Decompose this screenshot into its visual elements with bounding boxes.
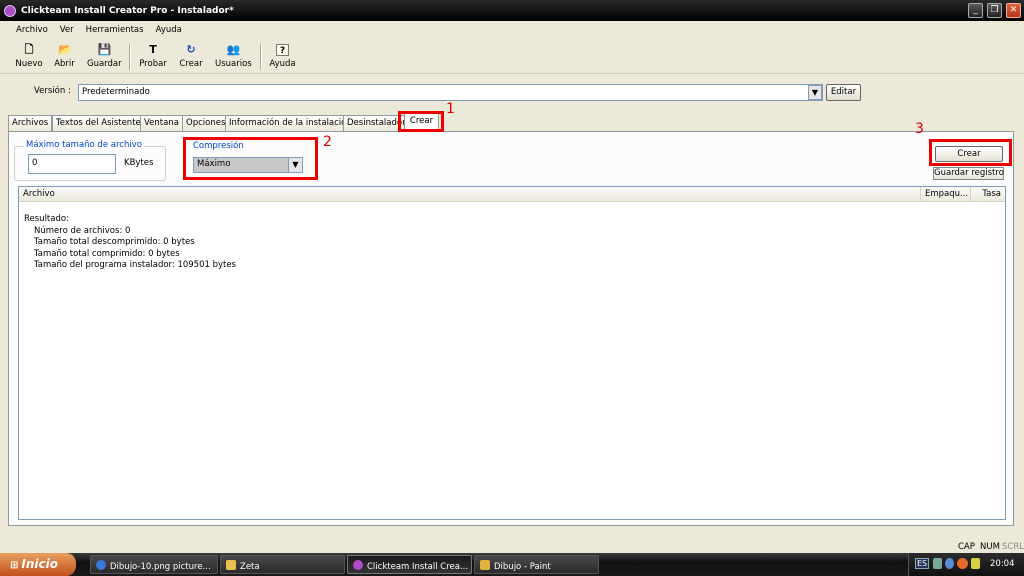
start-label: Inicio <box>21 557 58 571</box>
column-empaquetado[interactable]: Empaqu... <box>921 187 971 201</box>
usuarios-button[interactable]: 👥 Usuarios <box>215 42 252 72</box>
version-select[interactable]: Predeterminado <box>78 84 823 101</box>
toolbar: 🗋 Nuevo 📂 Abrir 💾 Guardar T Probar ↻ Cre… <box>0 40 1024 74</box>
usuarios-label: Usuarios <box>215 59 252 69</box>
annotation-box-1 <box>398 111 444 132</box>
tab-opciones[interactable]: Opciones <box>182 115 230 131</box>
crear-toolbar-button[interactable]: ↻ Crear <box>179 42 203 72</box>
max-size-input[interactable]: 0 <box>28 154 116 174</box>
crear-toolbar-label: Crear <box>179 59 203 69</box>
results-title: Resultado: <box>24 214 69 224</box>
annotation-number-3: 3 <box>915 121 924 137</box>
browser-icon <box>96 560 106 570</box>
title-bar: Clickteam Install Creator Pro - Instalad… <box>0 0 1024 21</box>
status-scrl: SCRL <box>1002 542 1024 552</box>
annotation-box-2 <box>183 137 318 180</box>
network-icon[interactable] <box>945 558 954 569</box>
new-file-icon: 🗋 <box>24 43 34 56</box>
nuevo-label: Nuevo <box>15 59 43 69</box>
open-folder-icon: 📂 <box>58 43 72 56</box>
max-size-label: Máximo tamaño de archivo <box>24 140 144 150</box>
status-num: NUM <box>980 542 1000 552</box>
volume-icon[interactable] <box>971 558 980 569</box>
results-text: Resultado: Número de archivos: 0 Tamaño … <box>24 214 236 272</box>
tab-bar: Archivos Textos del Asistente Ventana Op… <box>0 113 1024 132</box>
tab-ventana[interactable]: Ventana <box>140 115 183 131</box>
save-icon: 💾 <box>97 43 112 56</box>
toolbar-separator <box>129 44 131 70</box>
windows-logo-icon: ⊞ <box>10 560 19 571</box>
version-value: Predeterminado <box>82 87 150 97</box>
edit-button[interactable]: Editar <box>826 84 861 101</box>
folder-icon <box>226 560 236 570</box>
minimize-button[interactable]: _ <box>968 3 983 18</box>
build-icon: ↻ <box>186 43 196 56</box>
close-button[interactable]: ✕ <box>1006 3 1021 18</box>
result-line: Número de archivos: 0 <box>34 225 131 236</box>
probar-button[interactable]: T Probar <box>139 42 167 72</box>
language-indicator[interactable]: ES <box>915 558 930 569</box>
status-bar: CAP NUM SCRL <box>0 541 1024 553</box>
tab-informacion-instalacion[interactable]: Información de la instalación <box>225 115 356 131</box>
firefox-icon[interactable] <box>957 558 968 569</box>
result-line: Tamaño total descomprimido: 0 bytes <box>34 237 195 247</box>
result-line: Tamaño del programa instalador: 109501 b… <box>34 260 237 270</box>
annotation-number-1: 1 <box>446 101 455 117</box>
annotation-number-2: 2 <box>323 134 332 150</box>
chevron-down-icon[interactable]: ▼ <box>808 85 822 100</box>
taskbar: ⊞ Inicio Dibujo-10.png picture... Zeta Cl… <box>0 553 1024 576</box>
result-line: Tamaño total comprimido: 0 bytes <box>34 248 180 259</box>
kbytes-label: KBytes <box>124 158 154 168</box>
listview-header: Archivo Empaqu... Tasa <box>19 187 1005 202</box>
start-button[interactable]: ⊞ Inicio <box>0 553 76 576</box>
paint-icon <box>480 560 490 570</box>
toolbar-separator <box>260 44 262 70</box>
tab-archivos[interactable]: Archivos <box>8 115 53 131</box>
menu-archivo[interactable]: Archivo <box>16 25 48 35</box>
task-clickteam[interactable]: Clickteam Install Crea... <box>347 555 472 574</box>
ayuda-label: Ayuda <box>269 59 296 69</box>
version-row: Versión : Predeterminado ▼ Editar <box>0 80 1024 104</box>
tab-textos-asistente[interactable]: Textos del Asistente <box>52 115 145 131</box>
task-paint[interactable]: Dibujo - Paint <box>474 555 599 574</box>
task-dibujo-picture[interactable]: Dibujo-10.png picture... <box>90 555 218 574</box>
task-label: Dibujo - Paint <box>494 562 551 572</box>
abrir-label: Abrir <box>54 59 75 69</box>
guardar-registro-button[interactable]: Guardar registro <box>933 167 1004 180</box>
task-zeta[interactable]: Zeta <box>220 555 345 574</box>
task-label: Dibujo-10.png picture... <box>110 562 211 572</box>
window-title: Clickteam Install Creator Pro - Instalad… <box>21 5 234 16</box>
clock: 20:04 <box>990 559 1015 569</box>
task-label: Clickteam Install Crea... <box>367 562 469 572</box>
ayuda-button[interactable]: ? Ayuda <box>269 42 296 72</box>
column-tasa[interactable]: Tasa <box>971 187 1005 201</box>
menu-ayuda[interactable]: Ayuda <box>156 25 182 35</box>
probar-label: Probar <box>139 59 167 69</box>
abrir-button[interactable]: 📂 Abrir <box>52 42 77 72</box>
nuevo-button[interactable]: 🗋 Nuevo <box>15 42 43 72</box>
clickteam-icon <box>353 560 363 570</box>
users-icon: 👥 <box>226 43 241 56</box>
menu-bar: Archivo Ver Herramientas Ayuda <box>0 21 1024 39</box>
system-tray: ES 20:04 <box>908 553 1024 576</box>
annotation-box-3 <box>929 139 1012 166</box>
guardar-label: Guardar <box>87 59 122 69</box>
column-archivo[interactable]: Archivo <box>19 187 921 201</box>
tray-icon[interactable] <box>933 558 942 569</box>
version-label: Versión : <box>34 86 71 96</box>
task-label: Zeta <box>240 562 260 572</box>
app-icon <box>4 4 16 17</box>
guardar-button[interactable]: 💾 Guardar <box>87 42 122 72</box>
help-icon: ? <box>276 44 289 56</box>
status-cap: CAP <box>958 542 975 552</box>
menu-herramientas[interactable]: Herramientas <box>86 25 144 35</box>
test-icon: T <box>149 43 157 56</box>
restore-button[interactable]: ❐ <box>987 3 1002 18</box>
menu-ver[interactable]: Ver <box>60 25 74 35</box>
